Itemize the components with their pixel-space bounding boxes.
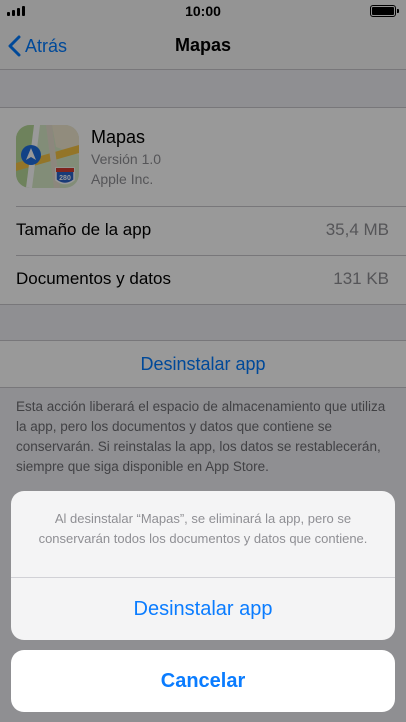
confirm-uninstall-button[interactable]: Desinstalar app	[11, 578, 395, 640]
cancel-button[interactable]: Cancelar	[11, 650, 395, 712]
action-sheet-message: Al desinstalar “Mapas”, se eliminará la …	[38, 511, 368, 546]
action-sheet: Al desinstalar “Mapas”, se eliminará la …	[11, 491, 395, 640]
